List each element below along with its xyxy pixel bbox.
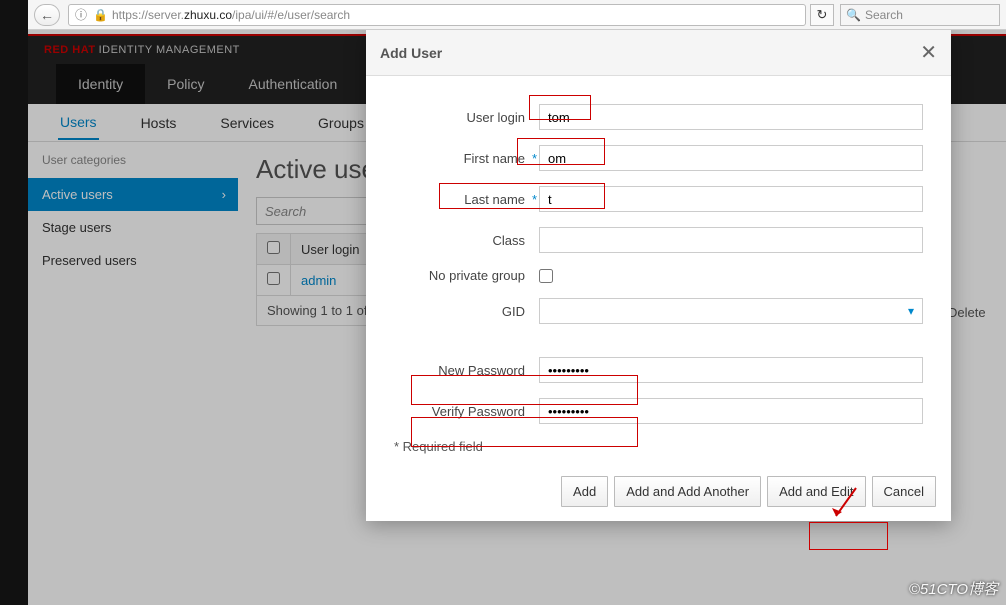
input-first-name[interactable]: [539, 145, 923, 171]
input-class[interactable]: [539, 227, 923, 253]
label-verify-password: Verify Password: [394, 404, 539, 419]
arrow-annotation: [828, 486, 862, 526]
required-note: * Required field: [394, 439, 923, 454]
add-and-add-another-button[interactable]: Add and Add Another: [614, 476, 761, 507]
input-verify-password[interactable]: [539, 398, 923, 424]
back-button[interactable]: ←: [34, 4, 60, 26]
add-user-modal: Add User ✕ User login First name* Last n…: [366, 30, 951, 521]
browser-search-placeholder: Search: [865, 8, 903, 22]
modal-title: Add User: [380, 45, 442, 61]
refresh-button[interactable]: ↻: [810, 4, 834, 26]
search-icon: 🔍: [846, 8, 861, 22]
modal-footer: Add Add and Add Another Add and Edit Can…: [366, 466, 951, 521]
cancel-button[interactable]: Cancel: [872, 476, 936, 507]
watermark: ©51CTO博客: [909, 578, 998, 599]
label-class: Class: [394, 233, 539, 248]
modal-body: User login First name* Last name* Class …: [366, 76, 951, 466]
chevron-down-icon: ▾: [908, 304, 914, 318]
label-first-name: First name*: [394, 151, 539, 166]
modal-header: Add User ✕: [366, 30, 951, 76]
input-last-name[interactable]: [539, 186, 923, 212]
info-icon: ⓘ: [75, 6, 87, 23]
label-new-password: New Password: [394, 363, 539, 378]
add-button[interactable]: Add: [561, 476, 608, 507]
input-new-password[interactable]: [539, 357, 923, 383]
browser-bar: ← ⓘ 🔒 https://server.zhuxu.co/ipa/ui/#/e…: [28, 0, 1006, 30]
checkbox-no-private-group[interactable]: [539, 269, 553, 283]
url-text: https://server.zhuxu.co/ipa/ui/#/e/user/…: [112, 8, 350, 22]
label-last-name: Last name*: [394, 192, 539, 207]
browser-search[interactable]: 🔍 Search: [840, 4, 1000, 26]
label-gid: GID: [394, 304, 539, 319]
close-icon[interactable]: ✕: [920, 40, 937, 65]
lock-icon: 🔒: [93, 8, 108, 22]
label-user-login: User login: [394, 110, 539, 125]
label-no-private-group: No private group: [394, 268, 539, 283]
left-margin-strip: [0, 0, 28, 605]
url-bar[interactable]: ⓘ 🔒 https://server.zhuxu.co/ipa/ui/#/e/u…: [68, 4, 806, 26]
input-user-login[interactable]: [539, 104, 923, 130]
select-gid[interactable]: ▾: [539, 298, 923, 324]
